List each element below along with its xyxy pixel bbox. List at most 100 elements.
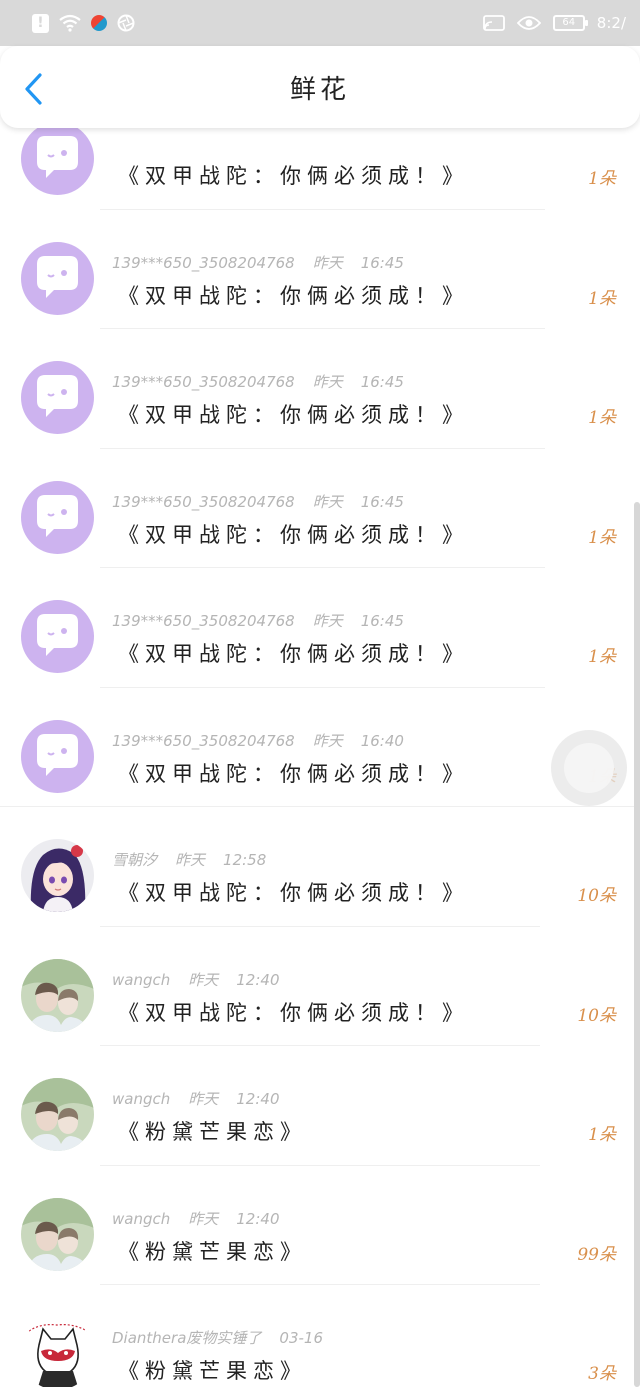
default-avatar-icon[interactable]: [21, 241, 94, 315]
record-meta: 139***650_3508204768 昨天 16:45: [112, 371, 422, 392]
chevron-left-icon: [25, 73, 42, 105]
eye-icon: [516, 16, 541, 30]
screen: ! 64 8:2/ 鲜花 《双甲战陀：你俩必须成！》 1朵 139***650_…: [0, 0, 640, 1387]
sender-name: wangch: [112, 1209, 171, 1228]
flower-count: 99朵: [577, 1244, 616, 1265]
flower-count: 10朵: [577, 1005, 616, 1026]
list-item[interactable]: wangch 昨天 12:40 《粉黛芒果恋》 99朵: [0, 1166, 640, 1285]
work-title: 《双甲战陀：你俩必须成！》: [118, 164, 469, 188]
assistive-ball-core: [564, 743, 614, 793]
record-meta: 139***650_3508204768 昨天 16:45: [112, 252, 422, 273]
sender-name: wangch: [112, 970, 171, 989]
list-item[interactable]: Dianthera废物实锤了 03-16 《粉黛芒果恋》 3朵: [0, 1285, 640, 1387]
alert-icon: !: [32, 13, 49, 33]
record-meta: wangch 昨天 12:40: [112, 1088, 298, 1109]
record-date: 昨天: [312, 253, 343, 272]
battery-icon: 64: [552, 15, 588, 31]
sender-name: 139***650_3508204768: [112, 253, 295, 272]
work-title: 《粉黛芒果恋》: [118, 1239, 307, 1264]
cast-icon: [482, 15, 505, 31]
record-time: 16:40: [360, 731, 404, 750]
back-button[interactable]: [20, 72, 50, 106]
flower-record-list: 《双甲战陀：你俩必须成！》 1朵 139***650_3508204768 昨天 1…: [0, 90, 640, 1387]
sender-name: 139***650_3508204768: [112, 612, 295, 630]
record-date: 昨天: [312, 612, 343, 630]
record-time: 16:45: [360, 253, 404, 272]
sender-name: 雪朝汐: [112, 851, 158, 869]
work-title: 《双甲战陀：你俩必须成！》: [118, 642, 469, 666]
work-title: 《双甲战陀：你俩必须成！》: [118, 283, 469, 308]
default-avatar-icon[interactable]: [21, 480, 94, 554]
top-app-bar: 鲜花: [0, 46, 640, 128]
work-title: 《双甲战陀：你俩必须成！》: [118, 403, 469, 427]
record-meta: wangch 昨天 12:40: [112, 969, 298, 990]
record-time: 12:40: [236, 1209, 280, 1228]
record-meta: wangch 昨天 12:40: [112, 1208, 298, 1229]
list-item[interactable]: 139***650_3508204768 昨天 16:45 《双甲战陀：你俩必须成！…: [0, 329, 640, 449]
flower-count: 3朵: [588, 1364, 616, 1384]
record-meta: 139***650_3508204768 昨天 16:45: [112, 491, 422, 512]
record-date: 03-16: [279, 1329, 323, 1347]
status-bar: ! 64 8:2/: [0, 0, 640, 46]
record-time: 16:45: [360, 612, 404, 630]
flower-count: 10朵: [577, 886, 616, 906]
sender-name: 139***650_3508204768: [112, 492, 295, 511]
battery-level: 64: [562, 17, 576, 28]
flower-count: 1朵: [588, 527, 616, 548]
cat-drawing-avatar[interactable]: [21, 1317, 94, 1387]
record-time: 12:40: [236, 970, 280, 989]
bird-app-icon: [91, 15, 107, 31]
list-item[interactable]: 雪朝汐 昨天 12:58 《双甲战陀：你俩必须成！》 10朵: [0, 807, 640, 927]
default-avatar-icon[interactable]: [21, 600, 94, 673]
work-title: 《双甲战陀：你俩必须成！》: [118, 761, 469, 786]
list-item[interactable]: wangch 昨天 12:40 《双甲战陀：你俩必须成！》 10朵: [0, 927, 640, 1046]
assistive-ball-icon[interactable]: [551, 730, 627, 806]
sender-name: wangch: [112, 1090, 171, 1108]
default-avatar-icon[interactable]: [21, 719, 94, 793]
record-date: 昨天: [175, 851, 206, 869]
record-meta: 雪朝汐 昨天 12:58: [112, 849, 284, 870]
anime-girl-avatar[interactable]: [21, 839, 94, 912]
work-title: 《双甲战陀：你俩必须成！》: [118, 881, 469, 905]
page-title: 鲜花: [289, 74, 350, 105]
work-title: 《双甲战陀：你俩必须成！》: [118, 522, 469, 547]
flower-count: 1朵: [588, 408, 616, 428]
record-time: 16:45: [360, 373, 404, 391]
record-date: 昨天: [188, 1209, 219, 1228]
sender-name: 139***650_3508204768: [112, 731, 295, 750]
record-meta: Dianthera废物实锤了 03-16: [112, 1327, 359, 1348]
list-item[interactable]: 139***650_3508204768 昨天 16:40 《双甲战陀：你俩必须成！…: [0, 688, 640, 807]
record-date: 昨天: [312, 731, 343, 750]
couple-photo-avatar[interactable]: [21, 1078, 94, 1151]
sender-name: 139***650_3508204768: [112, 373, 295, 391]
list-item[interactable]: 139***650_3508204768 昨天 16:45 《双甲战陀：你俩必须成！…: [0, 449, 640, 568]
flower-count: 1朵: [588, 1125, 616, 1145]
status-time: 8:2/: [596, 14, 626, 32]
scrollbar[interactable]: [634, 502, 640, 1387]
record-time: 12:40: [236, 1090, 280, 1108]
record-meta: 139***650_3508204768 昨天 16:45: [112, 610, 422, 631]
record-meta: [112, 132, 166, 150]
record-time: 16:45: [360, 492, 404, 511]
work-title: 《粉黛芒果恋》: [118, 1120, 307, 1144]
flower-count: 1朵: [588, 169, 616, 189]
sender-name: Dianthera废物实锤了: [112, 1329, 262, 1347]
list-item[interactable]: wangch 昨天 12:40 《粉黛芒果恋》 1朵: [0, 1046, 640, 1166]
record-date: 昨天: [312, 373, 343, 391]
shutter-app-icon: [117, 14, 135, 32]
wifi-icon: [59, 14, 81, 32]
flower-count: 1朵: [588, 288, 616, 309]
default-avatar-icon[interactable]: [21, 122, 94, 195]
record-time: 12:58: [223, 851, 267, 869]
record-date: 昨天: [188, 970, 219, 989]
couple-photo-avatar[interactable]: [21, 958, 94, 1032]
default-avatar-icon[interactable]: [21, 361, 94, 434]
record-date: 昨天: [312, 492, 343, 511]
list-item[interactable]: 139***650_3508204768 昨天 16:45 《双甲战陀：你俩必须成！…: [0, 568, 640, 688]
work-title: 《粉黛芒果恋》: [118, 1359, 307, 1383]
couple-photo-avatar[interactable]: [21, 1197, 94, 1271]
list-item[interactable]: 139***650_3508204768 昨天 16:45 《双甲战陀：你俩必须成！…: [0, 210, 640, 329]
flower-count: 1朵: [588, 647, 616, 667]
record-meta: 139***650_3508204768 昨天 16:40: [112, 730, 422, 751]
record-date: 昨天: [188, 1090, 219, 1108]
